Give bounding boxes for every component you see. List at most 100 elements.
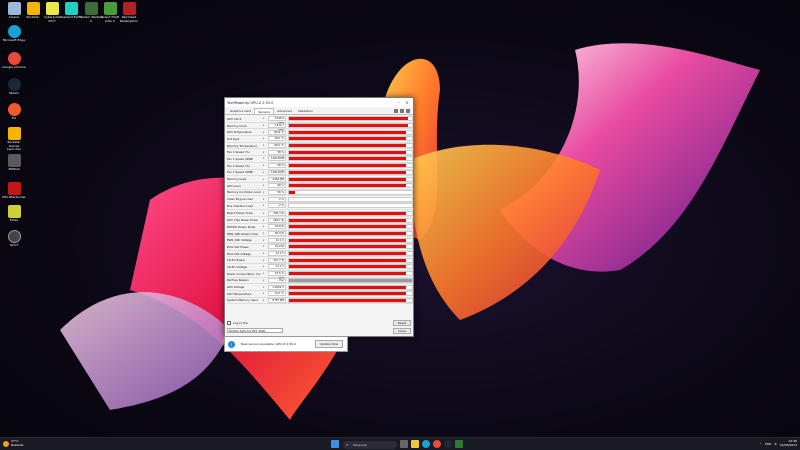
ea-shortcut-icon[interactable]: EA — [2, 103, 26, 121]
window-title: TechPowerUp GPU-Z 2.55.0 — [227, 100, 274, 105]
tab-validation[interactable]: Validation — [295, 108, 316, 114]
menu-icon[interactable] — [406, 109, 410, 113]
tab-graphics-card[interactable]: Graphics Card — [227, 108, 254, 114]
info-icon: i — [228, 340, 235, 348]
sensor-value: 1484 RPM — [268, 169, 286, 175]
sensor-graph-fill — [289, 272, 406, 276]
chevron-up-icon[interactable]: ⌃ — [759, 442, 762, 446]
sensor-value: 58 % — [268, 149, 286, 155]
sensor-row: MVDDC Power Draw ▾ 44.8 W — [227, 224, 413, 231]
start-button[interactable] — [331, 440, 339, 448]
sensor-value: 78.0 °C — [268, 136, 286, 142]
reset-button[interactable]: Reset — [393, 320, 411, 326]
steam-shortcut-icon[interactable]: Steam — [2, 78, 26, 96]
sensor-row: GPU Clock▾2745.0 MHz — [227, 116, 413, 125]
sensor-graph-fill — [289, 190, 296, 194]
sensor-name: Bus Interface Load — [227, 203, 254, 208]
wifi-icon[interactable]: ≋ — [774, 442, 777, 446]
sensor-name: GPU Clock — [227, 116, 242, 121]
sensor-graph — [288, 257, 413, 263]
search-icon: ⌕ — [346, 441, 349, 447]
sensor-value: 2745.0 MHz — [268, 116, 286, 125]
edge-shortcut-icon[interactable]: Microsoft Edge — [2, 25, 26, 43]
sensor-value: 1460 RPM — [268, 156, 286, 162]
3dmark-shortcut-icon[interactable]: 3DMark — [2, 154, 26, 172]
sensor-graph-fill — [289, 211, 406, 215]
sensor-graph — [288, 291, 413, 297]
file-explorer-icon[interactable] — [411, 440, 419, 448]
sensor-graph-fill — [289, 218, 406, 222]
sensor-row: Power Consumption (%)▾97.6 % TDP — [227, 271, 413, 280]
search-input[interactable]: ⌕ Pesquisar — [343, 440, 397, 449]
notification-text: New version available: GPU-Z 2.56.0 — [241, 342, 296, 346]
sensor-value: 97.6 % TDP — [268, 271, 286, 280]
camera-icon[interactable] — [394, 109, 398, 113]
update-now-button[interactable]: Update Now — [314, 340, 343, 348]
occt-shortcut-icon[interactable]: OCCT — [2, 230, 26, 248]
log-checkbox[interactable] — [227, 321, 231, 325]
sensor-graph — [288, 136, 413, 142]
sensor-name: System Memory Used — [227, 298, 258, 303]
sensor-graph — [288, 231, 413, 237]
sensor-value: 22.0 W — [268, 244, 286, 250]
sensor-value: 12.2 V — [268, 251, 286, 257]
clock[interactable]: 12:36 24/08/2023 — [780, 439, 797, 448]
close-window-button[interactable]: × — [403, 100, 411, 105]
sensor-graph-fill — [289, 245, 406, 249]
sensor-graph — [288, 176, 413, 182]
sensor-value: 66.8 °C — [268, 129, 286, 135]
window-titlebar[interactable]: TechPowerUp GPU-Z 2.55.0 – × — [225, 98, 413, 107]
sensor-value: 8787 MB — [268, 297, 286, 303]
sensor-row: GPU Voltage ▾ 1.0500 V — [227, 284, 413, 291]
sensor-row: CPU Temperature ▾ 72.0 °C — [227, 291, 413, 298]
sensor-graph-fill — [289, 278, 412, 282]
sensor-value: 1312.7 MHz — [268, 123, 286, 132]
sensor-row: Fan 1 Speed (RPM) ▾ 1460 RPM — [227, 156, 413, 163]
gpu-select[interactable]: NVIDIA GeForce RTX 4090 — [227, 328, 283, 333]
sensor-name: Fan 2 Speed (%) — [227, 163, 250, 168]
chrome-taskbar-icon[interactable] — [433, 440, 441, 448]
log-to-file-option[interactable]: Log to file — [227, 321, 248, 325]
sensor-row: Memory Used ▾ 4556 MB — [227, 176, 413, 183]
tab-advanced[interactable]: Advanced — [274, 108, 295, 114]
sensor-graph-fill — [289, 177, 406, 181]
sensor-graph — [288, 196, 413, 202]
task-view-icon[interactable] — [400, 440, 408, 448]
rockstar-launcher-shortcut-icon[interactable]: Rockstar Games Launcher — [2, 127, 26, 152]
close-button[interactable]: Close — [393, 328, 411, 334]
language-indicator[interactable]: POR — [765, 442, 771, 446]
rdr-shortcut-icon[interactable]: Red Dead Redemption — [117, 2, 141, 23]
sensor-name: Memory Used — [227, 177, 247, 182]
sensor-row: Hot Spot ▾ 78.0 °C — [227, 136, 413, 143]
gpuz-taskbar-icon[interactable] — [455, 440, 463, 448]
sensor-graph — [288, 244, 413, 250]
afterburner-shortcut-icon[interactable]: MSI Afterburner — [2, 182, 26, 200]
sensor-value: 2 % — [268, 203, 286, 209]
sensor-graph-fill — [289, 258, 406, 262]
sensor-value: 397.7 W — [268, 257, 286, 263]
refresh-icon[interactable] — [400, 109, 404, 113]
sensor-graph — [288, 163, 413, 169]
sensor-name: Fan 1 Speed (%) — [227, 150, 250, 155]
steam-taskbar-icon[interactable] — [444, 440, 452, 448]
evga-shortcut-icon[interactable]: EVGA — [2, 205, 26, 223]
sensor-graph-fill — [289, 124, 409, 128]
sensor-graph-fill — [289, 130, 406, 134]
tab-sensors[interactable]: Sensors — [254, 108, 275, 114]
chrome-shortcut-icon[interactable]: Google Chrome — [2, 52, 26, 70]
sensor-row: Memory Clock▾1312.7 MHz — [227, 123, 413, 132]
sensor-graph-fill — [289, 252, 406, 256]
minimize-button[interactable]: – — [395, 100, 403, 105]
sensor-graph — [288, 149, 413, 155]
update-notification: i New version available: GPU-Z 2.56.0 Up… — [224, 336, 348, 352]
sensor-row: PWR_SRC Power Draw ▾ 90.0 W — [227, 231, 413, 238]
sensor-graph — [288, 277, 413, 283]
sensor-row: Video Engine Load ▾ 0 % — [227, 196, 413, 203]
edge-taskbar-icon[interactable] — [422, 440, 430, 448]
sensor-row: Memory Temperature ▾ 68.0 °C — [227, 143, 413, 150]
sensor-graph-fill — [289, 170, 406, 174]
sensor-name: PWR_SRC Power Draw — [227, 231, 258, 236]
weather-widget[interactable]: 27°C Nublado — [3, 439, 23, 447]
sensor-value: 99 % — [268, 183, 286, 189]
sensor-row: PerfCap Reason ▾ Pwr — [227, 277, 413, 285]
